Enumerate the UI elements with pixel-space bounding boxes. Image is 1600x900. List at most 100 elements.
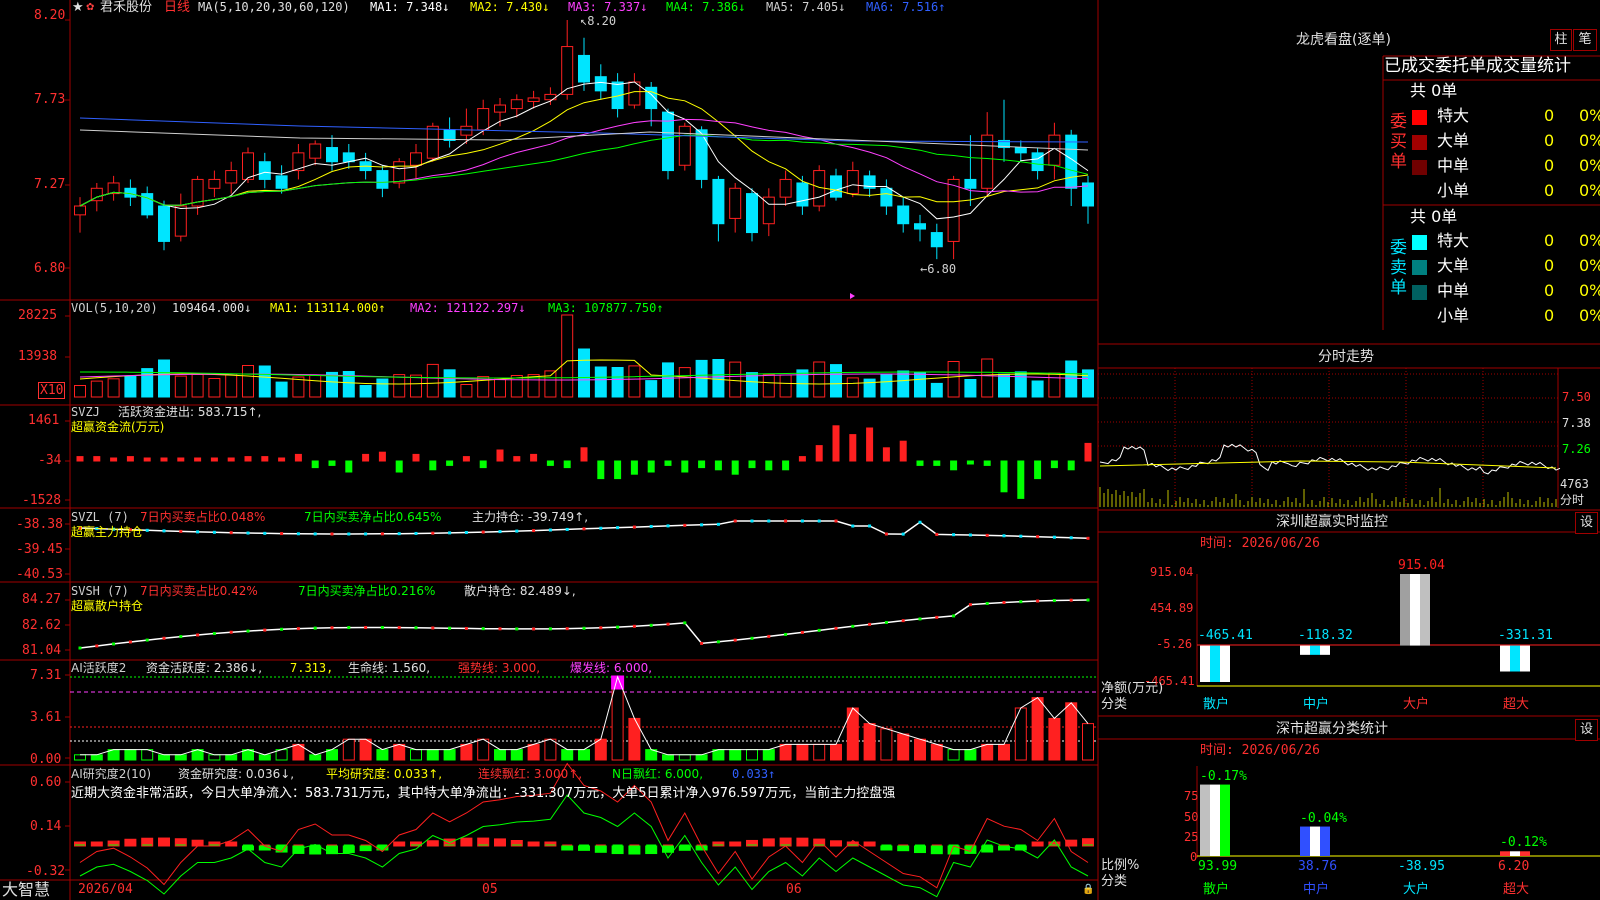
y-tick-ai1-1: 3.61 [30, 710, 62, 725]
ai1-bar [830, 743, 842, 761]
vol-bar [594, 366, 607, 398]
svzj-bar [1017, 460, 1025, 499]
stats-category-1: 中户 [1303, 882, 1330, 897]
ai1-bar [443, 749, 456, 761]
svzj-bar [580, 447, 588, 462]
stats-bar-stripe [1310, 826, 1320, 856]
svsh-dot [313, 626, 317, 630]
svzl-dot [666, 524, 670, 528]
svsh-line [79, 599, 1089, 649]
stock-name[interactable]: 君禾股份 [100, 0, 152, 15]
svsh-dot [246, 629, 250, 633]
svzj-bar [530, 453, 538, 462]
star-icon[interactable]: ★ [72, 0, 84, 15]
sell-total: 共 0单 [1410, 207, 1458, 226]
stats-bar-stripe [1220, 784, 1230, 856]
svzl-dot [431, 531, 435, 535]
monitor-bar-1 [1300, 645, 1330, 655]
monitor-value-label-0: -465.41 [1198, 628, 1253, 643]
fenshi-price-line [1099, 443, 1561, 475]
pen-mode-button[interactable]: 笔 [1573, 29, 1597, 51]
buy-order-label: 委买单 [1390, 112, 1407, 172]
monitor-settings-button[interactable]: 设 [1575, 512, 1598, 534]
vol-ma2: MA2: 121122.297↓ [410, 301, 526, 315]
lock-icon[interactable]: 🔒 [1082, 882, 1094, 897]
fenshi-title[interactable]: 分时走势 [1318, 350, 1374, 365]
sell-row-name: 大单 [1437, 256, 1470, 275]
stats-settings-button[interactable]: 设 [1575, 719, 1598, 741]
svzj-bar [899, 440, 907, 462]
ma2-value: MA2: 7.430↓ [470, 0, 550, 14]
candle-body [376, 170, 389, 189]
svzj-bar [866, 427, 874, 462]
svzj-bar [597, 460, 605, 480]
lhb-title: 龙虎看盘(逐单) [1296, 32, 1391, 48]
svzj-bar [513, 456, 521, 462]
flag-icon[interactable]: ✿ [86, 0, 94, 15]
svsh-dot [716, 640, 720, 644]
vol-bar [376, 378, 389, 398]
ai1-line [80, 675, 1089, 756]
svsh-dot [649, 623, 653, 627]
bar-mode-button[interactable]: 柱 [1550, 29, 1572, 51]
y-tick-svsh-0: 84.27 [22, 592, 62, 607]
svzl-dot [851, 524, 855, 528]
svzj-bar [462, 456, 470, 462]
ai1-strong-line: 强势线: 3.000, [458, 661, 541, 675]
svzl-dot [263, 531, 267, 535]
svzj-bar [177, 457, 185, 462]
monitor-category-2: 大户 [1403, 697, 1430, 712]
y-tick-svzj-0: 1461 [28, 413, 60, 428]
stats-top-label-0: -0.17% [1200, 768, 1247, 784]
fenshi-tick-0: 7.50 [1562, 390, 1591, 404]
svsh-dot [750, 636, 754, 640]
svzl-dot [901, 532, 905, 536]
candle-body [712, 178, 725, 225]
candle-body [494, 104, 506, 113]
ma3-value: MA3: 7.337↓ [568, 0, 648, 14]
ai1-bar [947, 749, 960, 761]
ai1-bar [158, 754, 170, 761]
svzj-header: SVZJ [71, 405, 100, 419]
svsh-dot [78, 646, 82, 650]
svsh-dot [632, 624, 636, 628]
monitor-bar-stripe [1500, 645, 1510, 672]
vol-bar [561, 314, 574, 398]
svzj-bar [1034, 460, 1042, 480]
vol-bar [762, 374, 775, 398]
svsh-dot [431, 626, 435, 630]
ai2-summary: 近期大资金非常活跃，今日大单净流入：583.731万元，其中特大单净流出：-33… [71, 786, 896, 801]
ai1-bar [930, 743, 943, 761]
y-tick-vol-0: 28225 [18, 308, 58, 323]
period-label[interactable]: 日线 [164, 0, 190, 15]
svzj-bar [782, 460, 790, 471]
deal-stats-title[interactable]: 已成交委托单成交量统计 [1384, 56, 1571, 76]
svsh-dot [515, 627, 519, 631]
ai1-bar [561, 749, 574, 761]
ai2-bar [880, 845, 893, 851]
svsh-dot [1052, 599, 1056, 603]
stats-bottom-label-3: 6.20 [1498, 859, 1530, 874]
candle-body [443, 129, 456, 141]
low-label: ←6.80 [920, 262, 957, 276]
x-label-0: 2026/04 [78, 882, 133, 897]
vol-bar [729, 361, 742, 398]
svzl-dot [212, 530, 216, 534]
ai1-bar [544, 738, 557, 761]
stats-top-label-3: -0.12% [1500, 835, 1547, 850]
sell-row-name: 中单 [1437, 281, 1470, 300]
buy-row-name: 小单 [1437, 181, 1470, 200]
buy-row-count: 0 [1544, 156, 1555, 175]
svzj-bar [93, 456, 101, 462]
buy-row-pct: 0% [1579, 131, 1600, 150]
svzl-dot [834, 519, 838, 523]
ai1-lifeline: 生命线: 1.560, [348, 661, 431, 675]
buy-color-swatch [1412, 160, 1427, 175]
vol-bar [1031, 380, 1044, 398]
svzl-dot [649, 524, 653, 528]
ai1-bar [695, 754, 708, 761]
svzl-dot [313, 532, 317, 536]
svsh-dot [1019, 600, 1023, 604]
vol-bar [662, 362, 674, 398]
svzl-dot [548, 528, 552, 532]
